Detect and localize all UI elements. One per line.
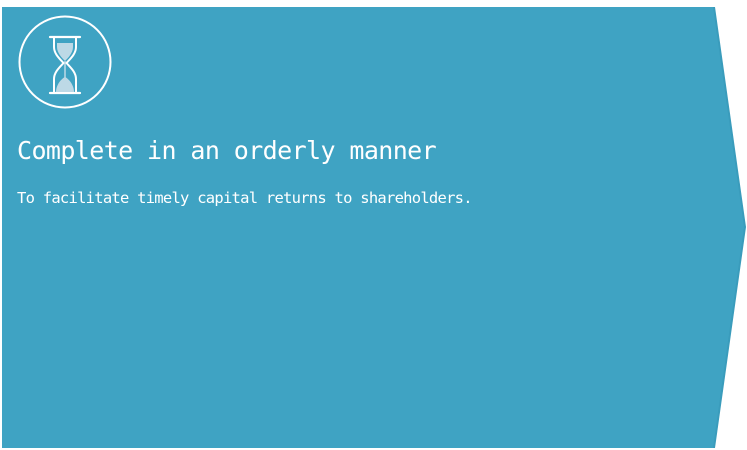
panel-fill	[2, 7, 744, 448]
card-description: To facilitate timely capital returns to …	[17, 189, 473, 207]
card-title: Complete in an orderly manner	[17, 136, 437, 165]
chevron-panel-background	[2, 7, 746, 448]
objective-card: Complete in an orderly manner To facilit…	[0, 0, 747, 450]
hourglass-icon	[18, 15, 112, 109]
